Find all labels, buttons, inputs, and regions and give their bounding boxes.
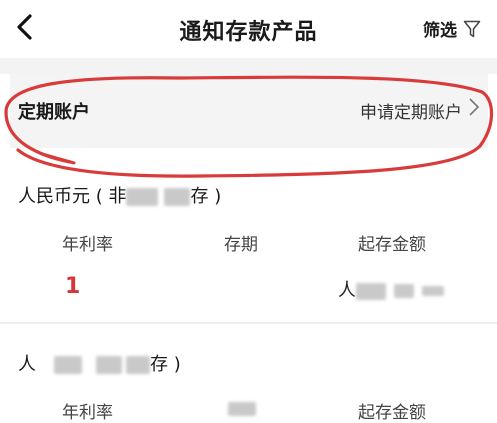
redacted-text (96, 356, 122, 374)
col-term: 存期 (224, 235, 258, 255)
section-divider (0, 322, 497, 324)
header-bar: 通知存款产品 筛选 (0, 0, 497, 58)
product-title-suffix: 存 ) (150, 354, 181, 375)
filter-button[interactable]: 筛选 (423, 16, 481, 41)
amount-prefix: 人 (338, 280, 356, 301)
redacted-text (228, 402, 256, 416)
product-title-prefix: 人民币元 ( 非 (18, 186, 127, 207)
product-title-rmb-2: 人 存 ) (18, 350, 181, 376)
redacted-text (422, 286, 444, 296)
redacted-text (126, 356, 150, 374)
redacted-text (54, 356, 82, 374)
filter-label: 筛选 (423, 21, 457, 41)
chevron-right-icon (469, 98, 480, 116)
section-gap (0, 58, 497, 74)
product-title-suffix: 存 ) (190, 186, 222, 207)
redacted-text (356, 282, 386, 300)
filter-icon (463, 20, 481, 37)
product-title-rmb: 人民币元 ( 非 存 ) (18, 182, 221, 208)
redacted-text (126, 188, 159, 206)
min-amount-value: 人 (338, 276, 444, 302)
col-min-amount: 起存金额 (358, 403, 426, 423)
col-annual-rate: 年利率 (62, 235, 113, 255)
col-min-amount: 起存金额 (358, 235, 426, 255)
redacted-text (394, 284, 414, 298)
annual-rate-value: 1 (65, 274, 81, 299)
col-annual-rate: 年利率 (62, 403, 113, 423)
product-title-prefix: 人 (18, 354, 36, 375)
fixed-account-row[interactable]: 定期账户 申请定期账户 (10, 74, 488, 148)
redacted-text (164, 188, 191, 206)
apply-fixed-account-link[interactable]: 申请定期账户 (360, 98, 462, 123)
fixed-account-label: 定期账户 (18, 102, 90, 123)
